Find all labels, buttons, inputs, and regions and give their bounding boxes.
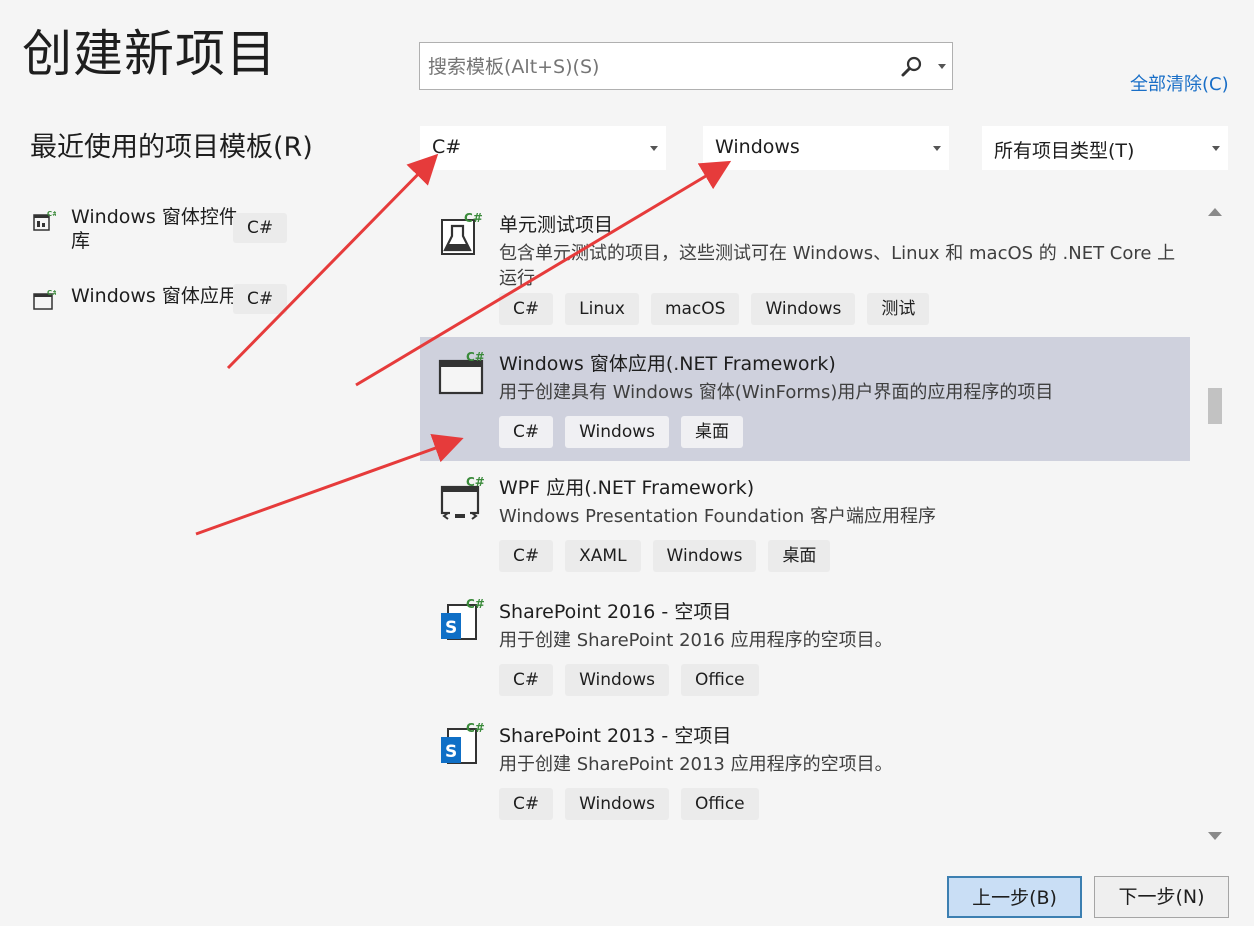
- tag: macOS: [650, 293, 740, 325]
- template-tags: C# Windows Office: [499, 664, 759, 696]
- sharepoint-icon: S C#: [441, 597, 485, 640]
- recent-template-name: Windows 窗体控件库: [71, 206, 238, 252]
- svg-text:C#: C#: [466, 475, 485, 489]
- template-tags: C# Windows 桌面: [499, 416, 744, 448]
- tag: Windows: [652, 540, 757, 572]
- template-title: SharePoint 2013 - 空项目: [499, 725, 732, 747]
- search-icon[interactable]: [900, 55, 924, 79]
- project-type-filter-dropdown[interactable]: 所有项目类型(T): [982, 126, 1228, 170]
- annotation-arrow-template: [195, 433, 464, 536]
- recent-template-item[interactable]: C# Windows 窗体应用 C#: [32, 284, 292, 320]
- chevron-down-icon: [1212, 146, 1220, 151]
- search-input[interactable]: [428, 55, 888, 79]
- tag: C#: [499, 416, 554, 448]
- scroll-up-icon[interactable]: [1208, 208, 1222, 216]
- svg-text:C#: C#: [47, 210, 56, 218]
- chevron-down-icon: [933, 146, 941, 151]
- tag: C#: [499, 293, 554, 325]
- svg-text:S: S: [445, 618, 457, 638]
- tag: Windows: [565, 788, 670, 820]
- tag: 桌面: [681, 416, 744, 448]
- winforms-icon: C#: [438, 350, 485, 395]
- recent-templates-heading: 最近使用的项目模板(R): [30, 132, 313, 163]
- platform-filter-dropdown[interactable]: Windows: [703, 126, 949, 170]
- unit-test-icon: C#: [441, 211, 483, 255]
- recent-template-tag: C#: [233, 284, 288, 314]
- template-title: WPF 应用(.NET Framework): [499, 477, 755, 499]
- svg-text:C#: C#: [466, 721, 485, 735]
- language-filter-value: C#: [432, 136, 462, 158]
- chevron-down-icon: [650, 146, 658, 151]
- tag: XAML: [565, 540, 641, 572]
- tag: Windows: [565, 416, 670, 448]
- template-tags: C# XAML Windows 桌面: [499, 540, 831, 572]
- template-description: 用于创建 SharePoint 2013 应用程序的空项目。: [499, 754, 893, 775]
- template-item-sharepoint-2016[interactable]: S C# SharePoint 2016 - 空项目 用于创建 SharePoi…: [420, 585, 1190, 709]
- language-filter-dropdown[interactable]: C#: [420, 126, 666, 170]
- winforms-control-library-icon: C#: [33, 210, 56, 231]
- back-button[interactable]: 上一步(B): [947, 876, 1082, 918]
- svg-text:S: S: [445, 742, 457, 762]
- template-item-winforms-netfx[interactable]: C# Windows 窗体应用(.NET Framework) 用于创建具有 W…: [420, 337, 1190, 461]
- wpf-icon: C#: [440, 475, 485, 520]
- page-title: 创建新项目: [22, 25, 277, 83]
- template-description: 用于创建具有 Windows 窗体(WinForms)用户界面的应用程序的项目: [499, 382, 1054, 403]
- template-title: Windows 窗体应用(.NET Framework): [499, 353, 836, 375]
- template-title: 单元测试项目: [499, 214, 614, 236]
- recent-template-tag: C#: [233, 213, 288, 243]
- template-description: 包含单元测试的项目，这些测试可在 Windows、Linux 和 macOS 的…: [499, 243, 1176, 289]
- chevron-down-icon[interactable]: [938, 64, 946, 69]
- project-type-filter-value: 所有项目类型(T): [994, 140, 1135, 162]
- scroll-down-icon[interactable]: [1208, 832, 1222, 840]
- search-box[interactable]: [419, 42, 953, 90]
- tag: C#: [499, 540, 554, 572]
- template-item-unit-test[interactable]: C# 单元测试项目 包含单元测试的项目，这些测试可在 Windows、Linux…: [420, 198, 1190, 325]
- tag: 测试: [867, 293, 930, 325]
- tag: Office: [681, 664, 759, 696]
- scroll-thumb[interactable]: [1208, 388, 1222, 424]
- template-tags: C# Linux macOS Windows 测试: [499, 293, 930, 325]
- svg-text:C#: C#: [464, 211, 483, 225]
- tag: C#: [499, 664, 554, 696]
- svg-text:C#: C#: [466, 597, 485, 611]
- template-list-scrollbar[interactable]: [1204, 198, 1226, 850]
- template-title: SharePoint 2016 - 空项目: [499, 601, 732, 623]
- svg-text:C#: C#: [466, 350, 485, 364]
- tag: Linux: [565, 293, 639, 325]
- tag: Office: [681, 788, 759, 820]
- svg-text:C#: C#: [47, 289, 56, 297]
- template-description: Windows Presentation Foundation 客户端应用程序: [499, 506, 937, 527]
- template-item-wpf-netfx[interactable]: C# WPF 应用(.NET Framework) Windows Presen…: [420, 461, 1190, 585]
- tag: Windows: [565, 664, 670, 696]
- tag: 桌面: [768, 540, 831, 572]
- template-description: 用于创建 SharePoint 2016 应用程序的空项目。: [499, 630, 893, 651]
- template-tags: C# Windows Office: [499, 788, 759, 820]
- sharepoint-icon: S C#: [441, 721, 485, 764]
- tag: C#: [499, 788, 554, 820]
- template-list[interactable]: C# 单元测试项目 包含单元测试的项目，这些测试可在 Windows、Linux…: [420, 198, 1191, 850]
- template-item-sharepoint-2013[interactable]: S C# SharePoint 2013 - 空项目 用于创建 SharePoi…: [420, 709, 1190, 833]
- platform-filter-value: Windows: [715, 136, 800, 158]
- next-button[interactable]: 下一步(N): [1094, 876, 1229, 918]
- tag: Windows: [751, 293, 856, 325]
- clear-all-link[interactable]: 全部清除(C): [1130, 70, 1229, 96]
- winforms-app-icon: C#: [33, 289, 56, 310]
- recent-template-item[interactable]: C# Windows 窗体控件库 C#: [32, 205, 292, 265]
